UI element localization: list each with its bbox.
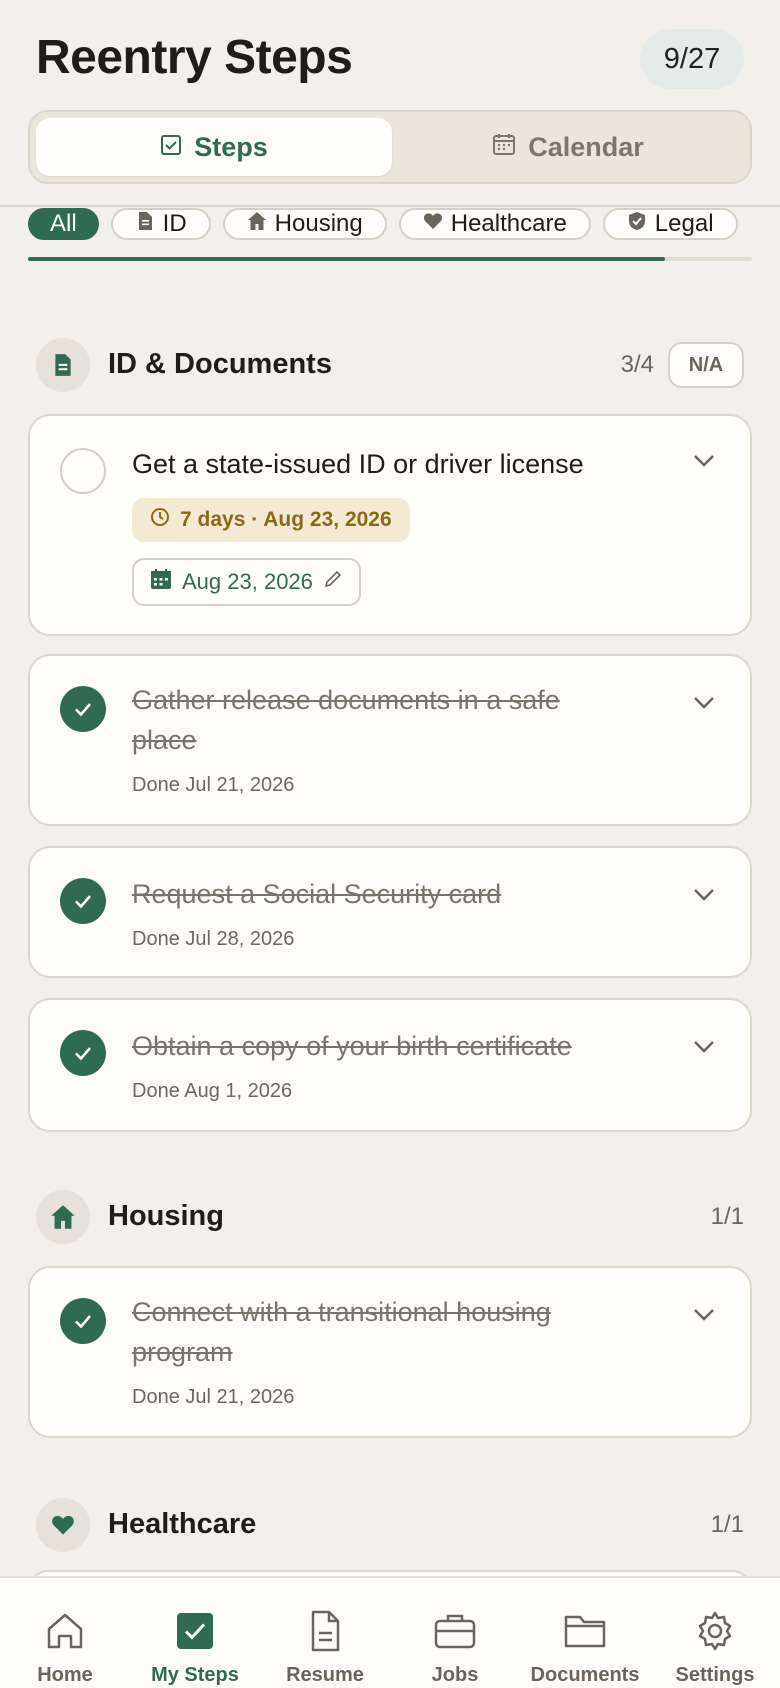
nav-label: Home xyxy=(37,1664,93,1686)
page-title: Reentry Steps xyxy=(36,31,353,84)
task-title: Gather release documents in a safe place xyxy=(132,685,560,755)
nav-jobs[interactable]: Jobs xyxy=(390,1578,520,1688)
done-date: Done Jul 21, 2026 xyxy=(132,1386,295,1408)
document-icon xyxy=(36,338,90,392)
section-count: 3/4 xyxy=(620,351,654,378)
task-card[interactable]: Connect with a transitional housing prog… xyxy=(28,1266,752,1438)
task-card[interactable]: Gather release documents in a safe place… xyxy=(28,654,752,826)
nav-label: Documents xyxy=(530,1664,640,1686)
document-icon xyxy=(135,210,155,238)
section-count: 1/1 xyxy=(710,1203,744,1230)
chevron-down-icon[interactable] xyxy=(690,880,718,908)
filter-chip-label: Housing xyxy=(274,210,363,237)
filter-chip-label: Healthcare xyxy=(450,210,567,237)
heart-icon xyxy=(423,210,443,238)
done-date: Done Jul 28, 2026 xyxy=(132,928,295,950)
heart-icon xyxy=(36,1498,90,1552)
filter-chip-legal[interactable]: Legal xyxy=(602,208,738,240)
view-switcher: Steps Calendar xyxy=(28,110,752,184)
checkbox-icon xyxy=(172,1608,218,1654)
checkbox-icon xyxy=(160,132,182,163)
chevron-down-icon[interactable] xyxy=(690,1300,718,1328)
task-card[interactable]: Get a state-issued ID or driver license … xyxy=(28,414,752,636)
task-title: Request a Social Security card xyxy=(132,879,502,909)
task-checkbox[interactable] xyxy=(60,686,106,732)
filter-chip-label: ID xyxy=(162,210,187,237)
nav-label: Jobs xyxy=(431,1664,479,1686)
task-checkbox[interactable] xyxy=(60,878,106,924)
section-title: Healthcare xyxy=(108,1508,257,1540)
folder-icon xyxy=(562,1608,608,1654)
task-checkbox[interactable] xyxy=(60,448,106,494)
nav-documents[interactable]: Documents xyxy=(520,1578,650,1688)
filter-chip-id[interactable]: ID xyxy=(110,208,211,240)
filter-chip-all[interactable]: All xyxy=(28,208,99,240)
task-card[interactable]: Request a Social Security card Done Jul … xyxy=(28,846,752,978)
task-title: Obtain a copy of your birth certificate xyxy=(132,1031,572,1061)
section-header-housing: Housing 1/1 xyxy=(36,1190,744,1244)
filter-chips: All ID Housing Healthcare Legal xyxy=(28,208,780,242)
nav-settings[interactable]: Settings xyxy=(650,1578,780,1688)
tab-steps[interactable]: Steps xyxy=(36,118,392,176)
filter-chip-healthcare[interactable]: Healthcare xyxy=(398,208,591,240)
done-date: Done Jul 21, 2026 xyxy=(132,774,295,796)
nav-my-steps[interactable]: My Steps xyxy=(130,1578,260,1688)
filter-chip-label: All xyxy=(50,210,77,237)
chevron-down-icon[interactable] xyxy=(690,446,718,474)
clock-icon xyxy=(150,507,170,533)
section-count: 1/1 xyxy=(710,1511,744,1538)
document-icon xyxy=(302,1608,348,1654)
done-date: Done Aug 1, 2026 xyxy=(132,1080,293,1102)
nav-home[interactable]: Home xyxy=(0,1578,130,1688)
na-button[interactable]: N/A xyxy=(668,342,744,388)
task-title: Connect with a transitional housing prog… xyxy=(132,1297,551,1367)
task-checkbox[interactable] xyxy=(60,1298,106,1344)
task-title: Get a state-issued ID or driver license xyxy=(132,449,584,479)
calendar-icon xyxy=(150,568,172,596)
section-title: Housing xyxy=(108,1200,224,1232)
chevron-down-icon[interactable] xyxy=(690,1032,718,1060)
due-date-button[interactable]: Aug 23, 2026 xyxy=(132,558,361,606)
task-card[interactable]: Obtain a copy of your birth certificate … xyxy=(28,998,752,1132)
nav-label: Settings xyxy=(675,1664,755,1686)
filter-scroll-thumb[interactable] xyxy=(28,257,666,261)
tab-calendar[interactable]: Calendar xyxy=(390,118,746,176)
task-checkbox[interactable] xyxy=(60,1030,106,1076)
shield-icon xyxy=(627,210,647,238)
nav-resume[interactable]: Resume xyxy=(260,1578,390,1688)
tab-steps-label: Steps xyxy=(194,131,268,162)
tab-calendar-label: Calendar xyxy=(528,131,644,162)
home-icon xyxy=(247,210,267,238)
filter-chip-label: Legal xyxy=(654,210,714,237)
nav-label: My Steps xyxy=(151,1664,239,1686)
section-header-healthcare: Healthcare 1/1 xyxy=(36,1498,744,1552)
section-title: ID & Documents xyxy=(108,348,332,380)
progress-badge: 9/27 xyxy=(640,29,744,89)
home-icon xyxy=(36,1190,90,1244)
due-badge-label: 7 days · Aug 23, 2026 xyxy=(180,508,392,531)
gear-icon xyxy=(692,1608,738,1654)
filter-chip-housing[interactable]: Housing xyxy=(222,208,387,240)
app-header: Reentry Steps 9/27 Steps Calendar xyxy=(0,0,780,205)
nav-label: Resume xyxy=(286,1664,364,1686)
bottom-nav: Home My Steps Resume Jobs Documents Sett… xyxy=(0,1576,780,1688)
due-badge: 7 days · Aug 23, 2026 xyxy=(132,498,410,542)
home-icon xyxy=(42,1608,88,1654)
header-divider xyxy=(0,205,780,207)
due-date-label: Aug 23, 2026 xyxy=(182,569,313,594)
briefcase-icon xyxy=(432,1608,478,1654)
chevron-down-icon[interactable] xyxy=(690,688,718,716)
section-header-id-documents: ID & Documents 3/4 N/A xyxy=(36,338,744,392)
calendar-icon xyxy=(492,132,516,163)
pencil-icon xyxy=(323,569,343,595)
filter-scrollbar[interactable] xyxy=(28,257,752,261)
